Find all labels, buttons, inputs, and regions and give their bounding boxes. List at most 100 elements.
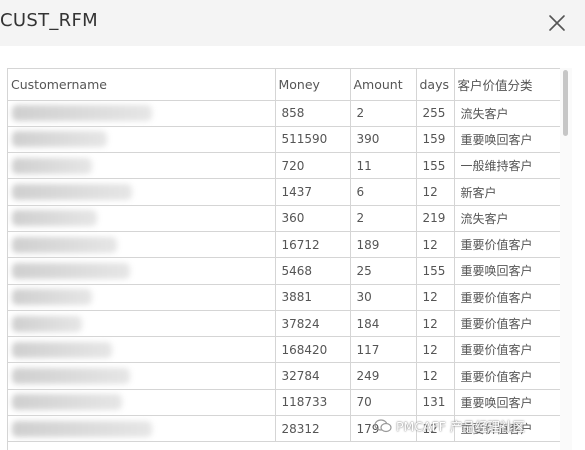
- cell-amount: 6: [350, 178, 417, 206]
- cell-money: 858: [275, 100, 351, 127]
- redacted-name: [12, 341, 112, 358]
- redacted-name: [12, 236, 117, 253]
- header-days[interactable]: days: [416, 69, 455, 101]
- cell-amount: 390: [350, 126, 417, 154]
- cell-money: 37824: [275, 310, 351, 338]
- cell-days: 219: [416, 205, 455, 232]
- table-row[interactable]: 37824 184 12 重要价值客户: [8, 310, 561, 338]
- cell-money: 168420: [275, 336, 351, 364]
- cell-customername: [8, 178, 276, 206]
- cell-amount: 2: [350, 100, 417, 127]
- table-row[interactable]: 511590 390 159 重要唤回客户: [8, 126, 561, 154]
- cell-customername: [8, 231, 276, 259]
- table-row[interactable]: 168420 117 12 重要价值客户: [8, 336, 561, 364]
- redacted-name: [12, 420, 152, 437]
- cell-segment: 一般维持客户: [454, 152, 561, 180]
- cell-customername: [8, 362, 276, 390]
- table-row[interactable]: 32784 249 12 重要价值客户: [8, 362, 561, 390]
- cell-segment: 重要唤回客户: [454, 126, 561, 154]
- cell-customername: [8, 205, 276, 232]
- redacted-name: [12, 289, 92, 306]
- cell-days: 12: [416, 231, 455, 259]
- cell-amount: 25: [350, 257, 417, 285]
- cell-amount: 30: [350, 284, 417, 311]
- redacted-name: [12, 184, 132, 201]
- watermark: PMCAFF 产品经理社区: [374, 416, 525, 435]
- cell-customername: [8, 152, 276, 180]
- table-row[interactable]: 3881 30 12 重要价值客户: [8, 284, 561, 311]
- cell-days: 155: [416, 152, 455, 180]
- cell-customername: [8, 284, 276, 311]
- cell-amount: 70: [350, 389, 417, 417]
- header-segment[interactable]: 客户价值分类: [454, 69, 561, 101]
- cell-days: 155: [416, 257, 455, 285]
- cell-amount: 184: [350, 310, 417, 338]
- cell-segment: 重要价值客户: [454, 336, 561, 364]
- cell-money: 720: [275, 152, 351, 180]
- cell-days: 255: [416, 100, 455, 127]
- redacted-name: [12, 210, 97, 227]
- cell-money: 5468: [275, 257, 351, 285]
- redacted-name: [12, 368, 130, 385]
- table-row[interactable]: 16712 189 12 重要价值客户: [8, 231, 561, 259]
- header-money[interactable]: Money: [275, 69, 351, 101]
- close-button[interactable]: [545, 11, 569, 35]
- header-customername[interactable]: Customername: [8, 69, 276, 101]
- cell-segment: 重要价值客户: [454, 231, 561, 259]
- scrollbar-thumb[interactable]: [563, 70, 568, 136]
- redacted-name: [12, 315, 82, 332]
- cell-money: 118733: [275, 389, 351, 417]
- cell-segment: 重要唤回客户: [454, 257, 561, 285]
- cell-money: 3881: [275, 284, 351, 311]
- table-row[interactable]: 118733 70 131 重要唤回客户: [8, 389, 561, 417]
- table-row[interactable]: 1437 6 12 新客户: [8, 178, 561, 206]
- cell-customername: [8, 389, 276, 417]
- cell-segment: 新客户: [454, 178, 561, 206]
- cell-customername: [8, 100, 276, 127]
- table-row[interactable]: 720 11 155 一般维持客户: [8, 152, 561, 180]
- window-title: CUST_RFM: [0, 10, 98, 31]
- cell-money: 511590: [275, 126, 351, 154]
- cell-customername: [8, 336, 276, 364]
- cell-amount: 189: [350, 231, 417, 259]
- cell-customername: [8, 310, 276, 338]
- cell-segment: 流失客户: [454, 100, 561, 127]
- table-header-row: Customername Money Amount days 客户价值分类: [8, 69, 561, 101]
- close-icon: [549, 15, 565, 31]
- header-amount[interactable]: Amount: [350, 69, 417, 101]
- cell-amount: 249: [350, 362, 417, 390]
- cell-segment: 重要唤回客户: [454, 389, 561, 417]
- cell-money: 32784: [275, 362, 351, 390]
- cell-segment: 重要价值客户: [454, 284, 561, 311]
- table-container[interactable]: Customername Money Amount days 客户价值分类 85…: [7, 68, 572, 450]
- watermark-text: PMCAFF 产品经理社区: [396, 419, 525, 434]
- cell-days: 12: [416, 178, 455, 206]
- redacted-name: [12, 262, 130, 279]
- cell-customername: [8, 126, 276, 154]
- redacted-name: [12, 131, 107, 148]
- cell-segment: 重要价值客户: [454, 362, 561, 390]
- cell-amount: 11: [350, 152, 417, 180]
- redacted-name: [12, 394, 122, 411]
- wechat-icon: [374, 418, 392, 432]
- cell-money: 1437: [275, 178, 351, 206]
- cell-days: 159: [416, 126, 455, 154]
- cell-days: 131: [416, 389, 455, 417]
- dialog-content: Customername Money Amount days 客户价值分类 85…: [0, 46, 585, 450]
- redacted-name: [12, 157, 92, 174]
- table-row[interactable]: 5468 25 155 重要唤回客户: [8, 257, 561, 285]
- cell-segment: 重要价值客户: [454, 310, 561, 338]
- cell-customername: [8, 257, 276, 285]
- cell-money: 16712: [275, 231, 351, 259]
- cell-customername: [8, 415, 276, 443]
- rfm-table: Customername Money Amount days 客户价值分类 85…: [8, 69, 561, 443]
- cell-segment: 流失客户: [454, 205, 561, 232]
- cell-days: 12: [416, 362, 455, 390]
- redacted-name: [12, 105, 152, 122]
- window-titlebar: CUST_RFM: [0, 0, 585, 46]
- cell-days: 12: [416, 336, 455, 364]
- table-row[interactable]: 858 2 255 流失客户: [8, 100, 561, 127]
- cell-money: 360: [275, 205, 351, 232]
- cell-amount: 117: [350, 336, 417, 364]
- table-row[interactable]: 360 2 219 流失客户: [8, 205, 561, 232]
